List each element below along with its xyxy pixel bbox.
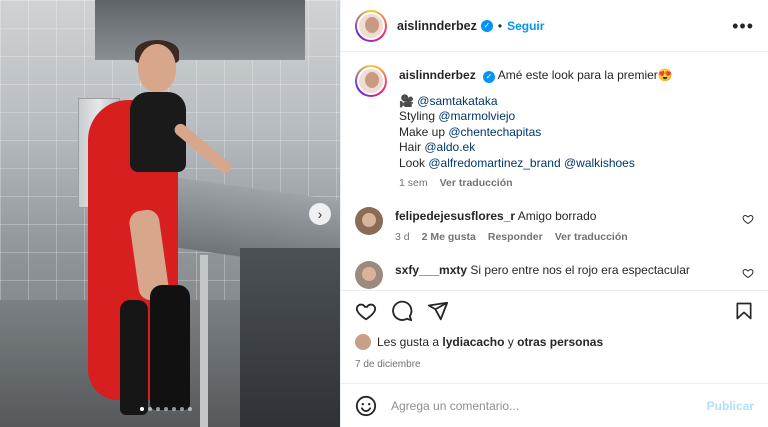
caption-avatar[interactable] [355, 65, 387, 97]
mention-link[interactable]: @aldo.ek [424, 140, 475, 154]
carousel-dot [140, 407, 144, 411]
comment-bubble-icon[interactable] [391, 300, 413, 322]
post-date[interactable]: 7 de diciembre [355, 359, 421, 370]
verified-icon: ✓ [483, 70, 496, 83]
caption-credit-line: Styling @marmolviejo [399, 109, 754, 125]
mention-link[interactable]: @alfredomartinez_brand [428, 156, 560, 170]
commenter-avatar[interactable] [355, 207, 383, 235]
commenter-avatar[interactable] [355, 260, 383, 289]
mention-link[interactable]: @samtakataka [417, 94, 497, 108]
comments-list[interactable]: aislinnderbez ✓ Amé este look para la pr… [341, 53, 768, 289]
photo-counter-leg [200, 255, 208, 427]
commenter-username[interactable]: felipedejesusflores_r [395, 209, 515, 223]
caption-meta: 1 sem Ver traducción [399, 177, 754, 189]
commenter-username[interactable]: sxfy___mxty [395, 263, 467, 277]
author-avatar-image [357, 11, 385, 40]
like-comment-heart-icon[interactable] [742, 213, 754, 225]
likes-summary[interactable]: Les gusta a lydiacacho y otras personas [355, 334, 603, 350]
comment-time[interactable]: 3 d [395, 231, 410, 243]
caption-body: aislinnderbez ✓ Amé este look para la pr… [399, 65, 754, 189]
carousel-dot [164, 407, 168, 411]
chevron-right-icon: › [317, 206, 323, 222]
publish-button[interactable]: Publicar [707, 399, 754, 413]
carousel-dot [148, 407, 152, 411]
share-paper-plane-icon[interactable] [427, 300, 449, 322]
carousel-dot [180, 407, 184, 411]
camera-emoji-icon: 🎥 [399, 93, 418, 108]
instagram-post-modal: › aislinnderbez ✓ • Seguir ••• aislinnde… [0, 0, 768, 427]
photo-steel-counter-side [240, 248, 340, 427]
credit-label: Make up [399, 124, 449, 139]
credit-label: Hair [399, 140, 425, 154]
translate-button[interactable]: Ver traducción [440, 177, 513, 189]
caption-credit-line: 🎥 @samtakataka [399, 94, 754, 110]
liker-username[interactable]: lydiacacho [442, 335, 504, 349]
mention-link[interactable]: @chentechapitas [448, 125, 541, 139]
comment-body: sxfy___mxty Si pero entre nos el rojo er… [395, 261, 742, 289]
author-avatar[interactable] [355, 9, 387, 42]
emoji-smiley-icon[interactable] [355, 395, 377, 417]
comment-likes[interactable]: 2 Me gusta [422, 231, 476, 243]
liker-avatar [355, 334, 371, 350]
mention-link[interactable]: @walkishoes [564, 156, 635, 170]
post-side-panel: aislinnderbez ✓ • Seguir ••• aislinnderb… [340, 0, 768, 427]
caption-credit-line: Look @alfredomartinez_brand @walkishoes [399, 156, 754, 172]
comment-meta: 3 d 2 Me gusta Responder Ver traducción [395, 231, 742, 243]
header-separator: • [497, 18, 503, 33]
post-action-bar [341, 290, 768, 330]
comment-body: felipedejesusflores_r Amigo borrado 3 d … [395, 207, 742, 243]
other-likers-link[interactable]: otras personas [517, 335, 603, 349]
translate-button[interactable]: Ver traducción [555, 231, 628, 243]
post-photo[interactable]: › [0, 0, 340, 427]
carousel-dot [188, 407, 192, 411]
comment-text: Si pero entre nos el rojo era espectacul… [470, 262, 690, 277]
likes-prefix: Les gusta a [377, 335, 440, 349]
caption-credit-line: Make up @chentechapitas [399, 125, 754, 141]
comment-text-line: sxfy___mxty Si pero entre nos el rojo er… [395, 261, 742, 279]
author-username[interactable]: aislinnderbez [397, 19, 477, 33]
save-bookmark-icon[interactable] [734, 300, 754, 322]
comment-text-line: felipedejesusflores_r Amigo borrado [395, 207, 742, 225]
photo-face [138, 44, 176, 92]
caption-username[interactable]: aislinnderbez [399, 68, 476, 82]
reply-button[interactable]: Responder [488, 231, 543, 243]
caption: aislinnderbez ✓ Amé este look para la pr… [355, 65, 754, 189]
more-options-icon[interactable]: ••• [732, 17, 754, 35]
carousel-dots [140, 407, 192, 411]
comment-input[interactable] [391, 398, 707, 413]
credit-label: Styling [399, 109, 439, 123]
photo-boot-right [150, 285, 190, 410]
carousel-dot [156, 407, 160, 411]
caption-time[interactable]: 1 sem [399, 177, 428, 189]
verified-icon: ✓ [480, 19, 493, 32]
caption-credit-line: Hair @aldo.ek [399, 140, 754, 156]
carousel-dot [172, 407, 176, 411]
like-heart-icon[interactable] [355, 300, 377, 322]
caption-text-line: aislinnderbez ✓ Amé este look para la pr… [399, 65, 754, 84]
carousel-next-button[interactable]: › [309, 203, 331, 225]
comment-item: sxfy___mxty Si pero entre nos el rojo er… [355, 260, 754, 289]
comment-text: Amigo borrado [517, 209, 597, 223]
follow-button[interactable]: Seguir [507, 19, 544, 33]
heart-eyes-emoji-icon: 😍 [657, 68, 673, 82]
mention-link[interactable]: @marmolviejo [438, 109, 515, 123]
post-header: aislinnderbez ✓ • Seguir ••• [341, 0, 768, 52]
photo-boot-left [120, 300, 148, 415]
caption-avatar-image [357, 67, 385, 95]
comment-item: felipedejesusflores_r Amigo borrado 3 d … [355, 207, 754, 243]
credit-label: Look [399, 155, 429, 170]
caption-text: Amé este look para la premier [497, 68, 658, 82]
comment-composer: Publicar [341, 383, 768, 427]
likes-middle: y [507, 335, 514, 349]
photo-extractor-hood [95, 0, 305, 60]
like-comment-heart-icon[interactable] [742, 267, 754, 279]
